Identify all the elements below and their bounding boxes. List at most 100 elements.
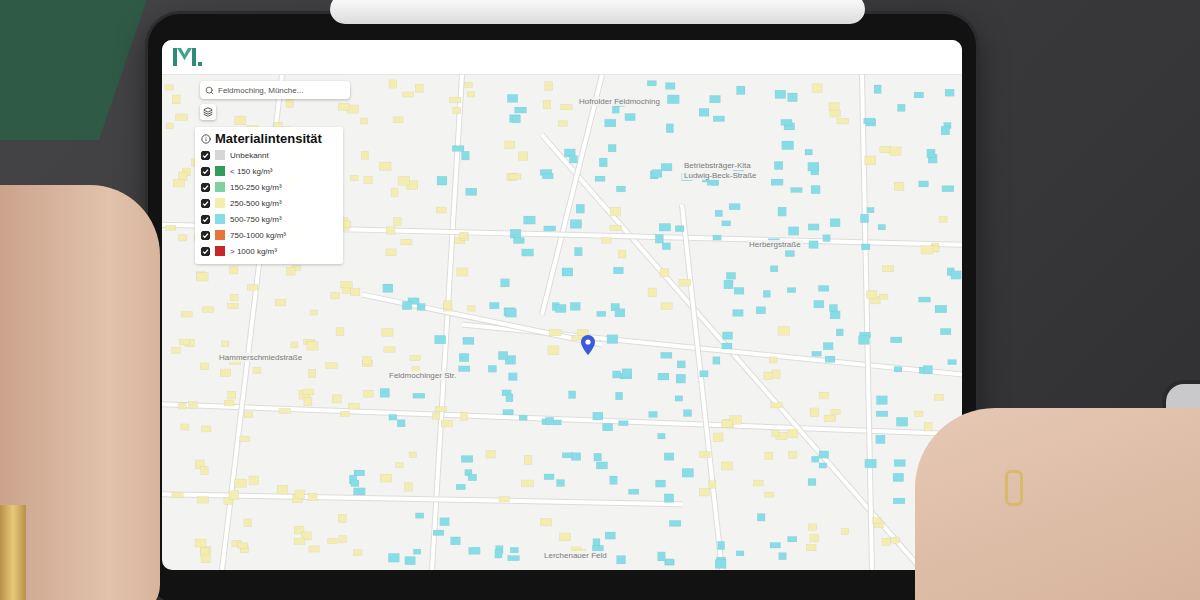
legend-item[interactable]: 500-750 kg/m³ (201, 212, 337, 226)
legend-checkbox[interactable] (201, 151, 210, 160)
building[interactable] (224, 391, 252, 441)
building[interactable] (594, 453, 639, 494)
building[interactable] (699, 452, 732, 496)
building[interactable] (771, 141, 802, 192)
building[interactable] (389, 80, 423, 123)
building[interactable] (510, 216, 535, 256)
building[interactable] (437, 146, 477, 196)
building[interactable] (919, 268, 962, 313)
building[interactable] (544, 453, 581, 487)
building[interactable] (279, 389, 314, 413)
legend-checkbox[interactable] (201, 183, 210, 192)
legend-checkbox[interactable] (201, 167, 210, 176)
building[interactable] (232, 519, 251, 553)
building[interactable] (771, 403, 798, 440)
search-input[interactable] (218, 83, 345, 98)
building[interactable] (601, 207, 625, 258)
building[interactable] (490, 279, 517, 317)
building[interactable] (228, 266, 258, 309)
building[interactable] (444, 268, 476, 311)
building[interactable] (382, 329, 421, 374)
building[interactable] (165, 85, 187, 129)
info-icon[interactable] (201, 134, 211, 144)
building[interactable] (332, 390, 373, 416)
legend-item[interactable]: 150-250 kg/m³ (201, 180, 337, 194)
building[interactable] (488, 351, 517, 380)
building[interactable] (713, 204, 740, 241)
building[interactable] (172, 339, 209, 370)
building[interactable] (505, 141, 528, 181)
layers-button[interactable] (200, 104, 216, 120)
building[interactable] (648, 269, 691, 310)
building[interactable] (713, 416, 741, 442)
building[interactable] (658, 520, 681, 565)
building[interactable] (388, 513, 423, 565)
legend-item[interactable]: < 150 kg/m³ (201, 164, 337, 178)
building[interactable] (495, 546, 520, 561)
building[interactable] (775, 90, 797, 130)
building[interactable] (756, 266, 796, 314)
building[interactable] (658, 352, 686, 383)
building[interactable] (195, 539, 211, 563)
building[interactable] (715, 541, 744, 568)
building[interactable] (435, 335, 474, 371)
building[interactable] (753, 452, 797, 498)
building[interactable] (808, 219, 840, 249)
building[interactable] (860, 207, 885, 249)
building[interactable] (172, 460, 209, 503)
building[interactable] (864, 85, 906, 126)
building[interactable] (867, 265, 894, 304)
building[interactable] (593, 392, 628, 431)
building[interactable] (865, 146, 904, 190)
building[interactable] (699, 86, 745, 121)
building[interactable] (542, 391, 576, 425)
building[interactable] (294, 526, 319, 552)
building[interactable] (649, 396, 692, 439)
building[interactable] (764, 327, 790, 380)
logo-icon[interactable] (172, 46, 202, 68)
building[interactable] (810, 392, 840, 422)
building[interactable] (486, 451, 534, 502)
legend-checkbox[interactable] (201, 215, 210, 224)
building[interactable] (349, 470, 365, 495)
legend-item[interactable]: 250-500 kg/m³ (201, 196, 337, 210)
building[interactable] (326, 328, 373, 369)
building[interactable] (700, 332, 733, 377)
building[interactable] (808, 451, 829, 486)
building[interactable] (507, 94, 526, 122)
legend-checkbox[interactable] (201, 231, 210, 240)
building[interactable] (595, 144, 626, 191)
building[interactable] (380, 388, 425, 426)
building[interactable] (544, 204, 585, 256)
building[interactable] (386, 217, 412, 255)
building[interactable] (656, 453, 694, 503)
building[interactable] (328, 514, 362, 555)
building[interactable] (812, 329, 843, 363)
legend-checkbox[interactable] (201, 247, 210, 256)
building[interactable] (768, 207, 799, 256)
building[interactable] (331, 281, 360, 299)
search-field[interactable] (200, 81, 350, 99)
building[interactable] (275, 265, 317, 315)
building[interactable] (224, 476, 258, 505)
legend-checkbox[interactable] (201, 199, 210, 208)
building[interactable] (380, 452, 416, 491)
building[interactable] (433, 406, 468, 427)
building[interactable] (876, 396, 908, 444)
map[interactable]: Hofrolder FeldmochingBetriebsträger-Kita… (162, 75, 962, 570)
building[interactable] (597, 267, 625, 317)
building[interactable] (655, 223, 684, 249)
building[interactable] (383, 284, 425, 310)
building[interactable] (921, 217, 947, 255)
location-pin-icon[interactable] (581, 335, 595, 355)
building[interactable] (647, 81, 679, 133)
building[interactable] (607, 335, 632, 379)
building[interactable] (433, 518, 480, 555)
building[interactable] (812, 84, 849, 124)
building[interactable] (757, 514, 796, 560)
building[interactable] (379, 162, 417, 196)
building[interactable] (543, 82, 572, 127)
building[interactable] (277, 485, 317, 502)
building[interactable] (859, 332, 902, 372)
legend-item[interactable]: > 1000 kg/m³ (201, 244, 337, 258)
